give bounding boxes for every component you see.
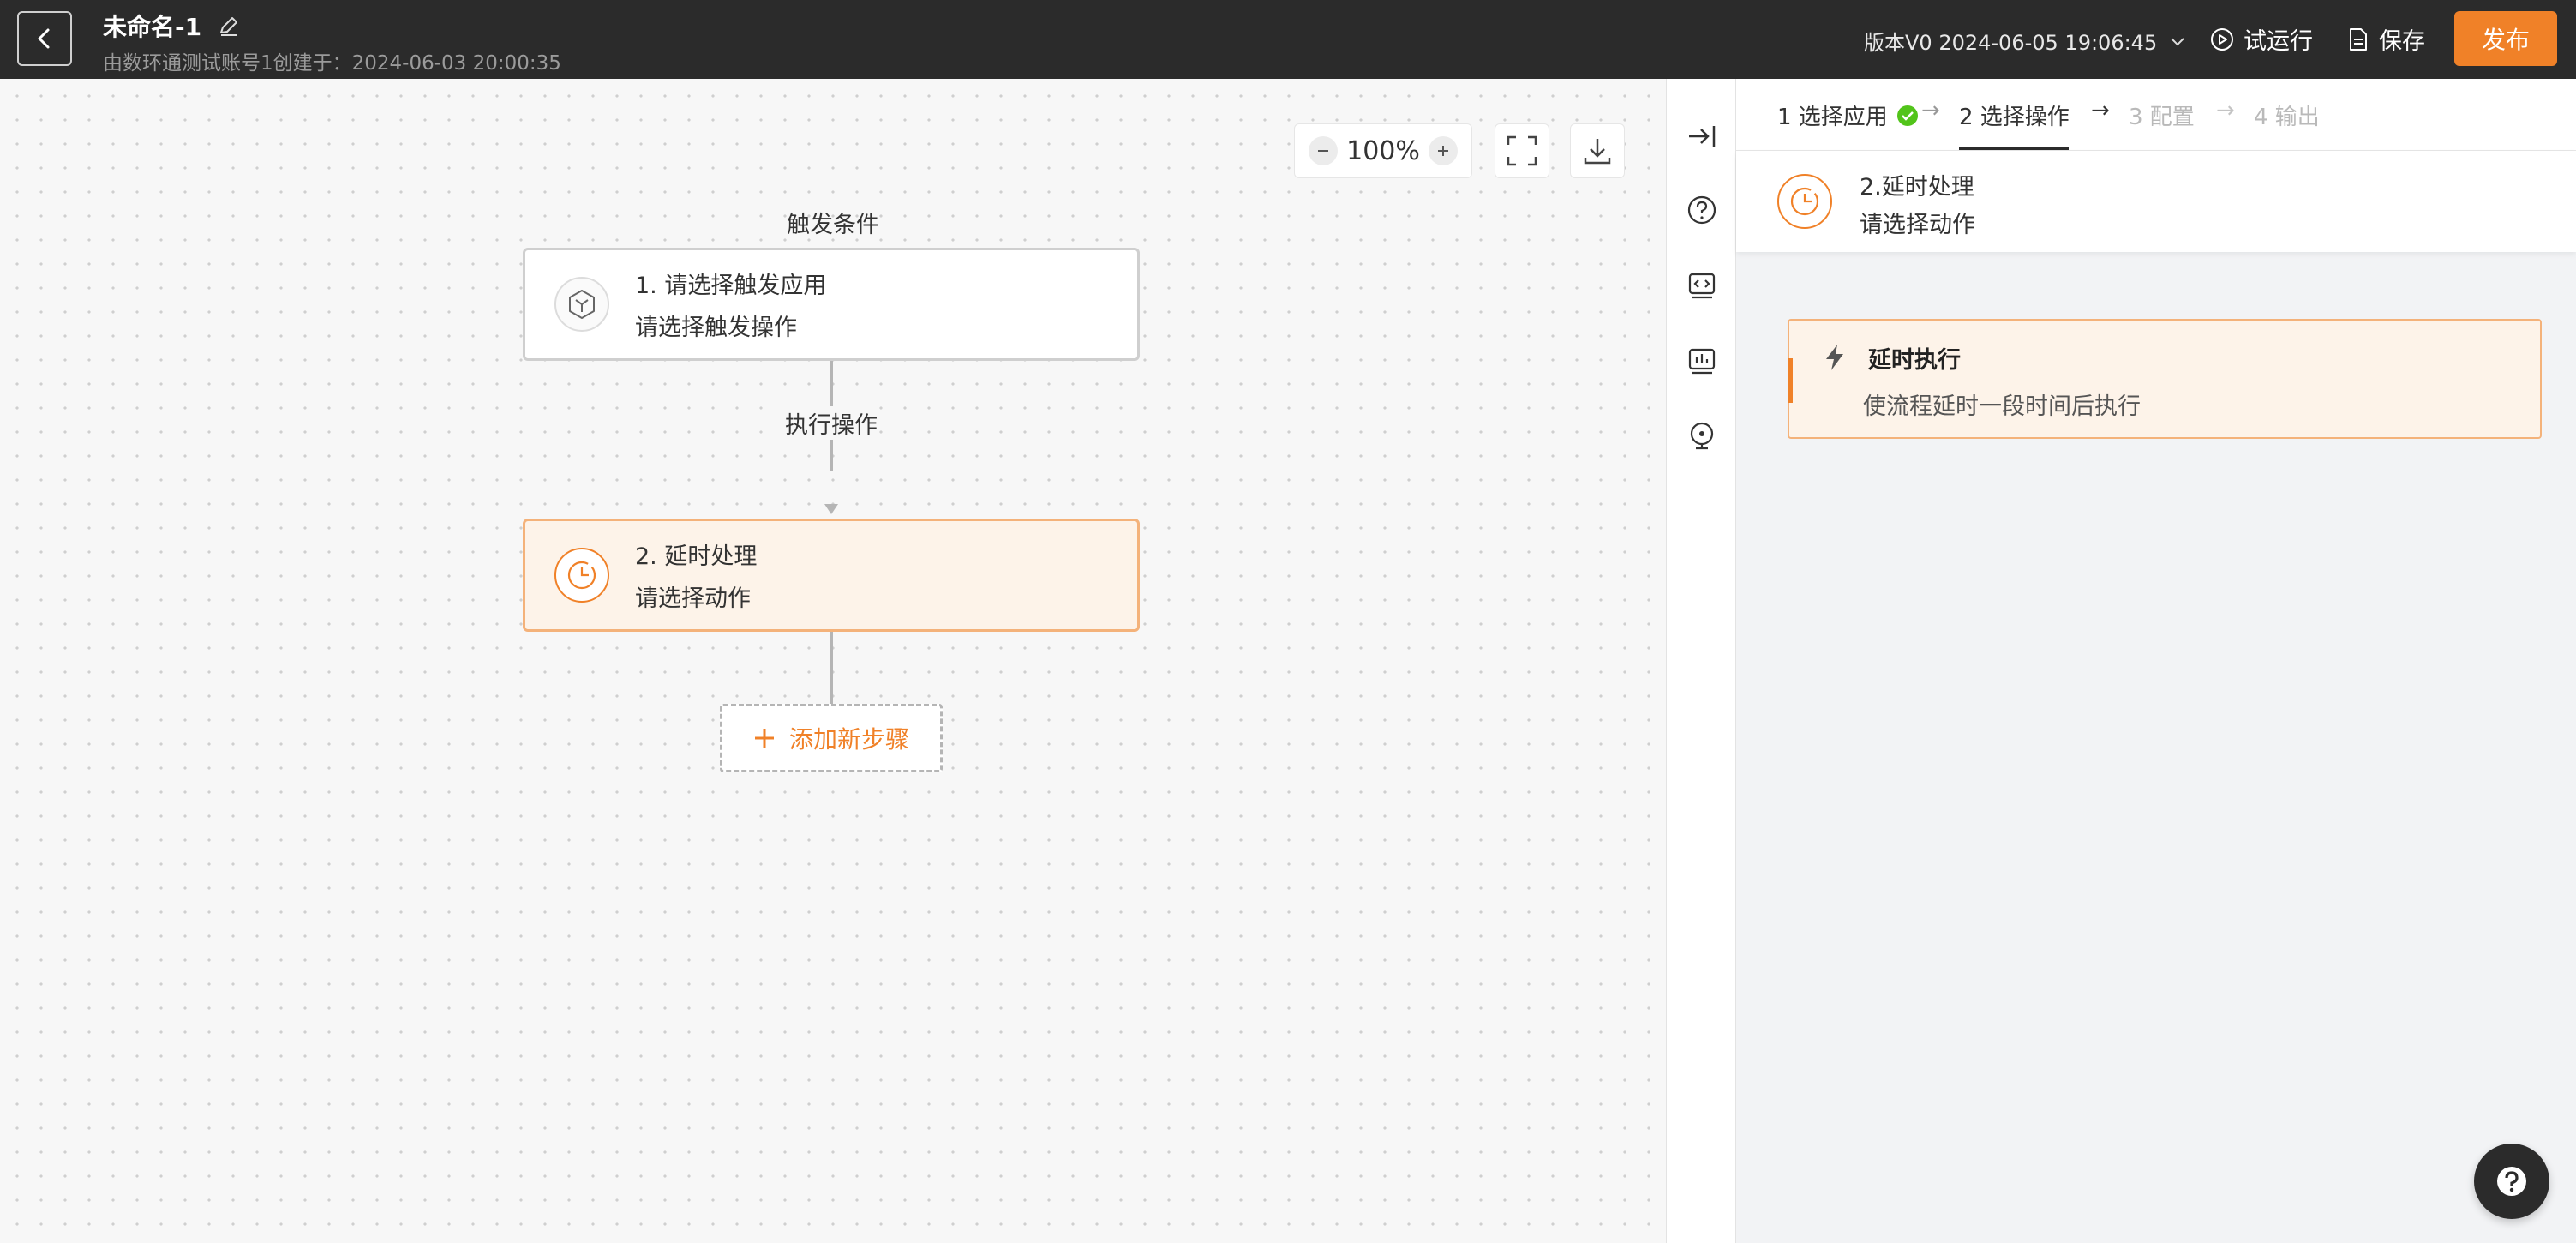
plus-icon — [754, 729, 774, 748]
trigger-node-subtitle: 请选择触发操作 — [635, 315, 797, 341]
question-circle-icon — [1687, 195, 1716, 225]
version-label: 版本V0 2024-06-05 19:06:45 — [1864, 31, 2158, 55]
option-description: 使流程延时一段时间后执行 — [1863, 393, 2141, 420]
zoom-level: 100% — [1346, 135, 1420, 166]
version-select[interactable]: 版本V0 2024-06-05 19:06:45 — [1864, 26, 2186, 56]
add-step-label: 添加新步骤 — [788, 725, 909, 754]
step-label: 3 配置 — [2129, 105, 2195, 130]
workflow-title: 未命名-1 — [103, 13, 202, 41]
arrow-right-icon: → — [2091, 98, 2110, 123]
chevron-down-icon — [2171, 37, 2184, 45]
download-button[interactable] — [1570, 123, 1625, 178]
zoom-out-button[interactable] — [1309, 136, 1338, 165]
arrow-right-icon: → — [1921, 98, 1940, 123]
plus-icon — [1438, 146, 1448, 156]
connector-line — [830, 632, 833, 704]
step-label: 2 选择操作 — [1959, 105, 2070, 130]
pin-icon — [1690, 422, 1714, 450]
publish-button[interactable]: 发布 — [2454, 11, 2557, 66]
summary-subtitle: 请选择动作 — [1860, 212, 1975, 238]
trigger-node[interactable]: 1. 请选择触发应用 请选择触发操作 — [523, 248, 1140, 361]
save-label: 保存 — [2379, 28, 2425, 55]
steps-bar: 1 选择应用 → 2 选择操作 → 3 配置 → 4 输出 — [1736, 79, 2576, 151]
trigger-node-title: 1. 请选择触发应用 — [635, 273, 827, 299]
selected-accent-bar — [1788, 358, 1793, 403]
fullscreen-icon — [1507, 135, 1537, 166]
chevron-left-icon — [38, 28, 50, 49]
question-icon — [2497, 1167, 2526, 1196]
minus-icon — [1318, 150, 1328, 152]
connector-arrow — [824, 504, 838, 514]
chart-icon — [1688, 348, 1716, 375]
step-label: 4 输出 — [2254, 105, 2320, 130]
option-title: 延时执行 — [1868, 347, 1961, 374]
action-section-label: 执行操作 — [783, 406, 879, 440]
download-icon — [1584, 139, 1611, 165]
lightning-icon — [1826, 345, 1843, 370]
step-configure[interactable]: 3 配置 — [2129, 99, 2195, 131]
clock-icon — [1777, 174, 1832, 229]
zoom-in-button[interactable] — [1429, 136, 1458, 165]
creator-info: 由数环通测试账号1创建于：2024-06-03 20:00:35 — [103, 52, 561, 75]
document-icon — [2350, 27, 2367, 51]
app-cube-icon — [554, 277, 609, 332]
step-output[interactable]: 4 输出 — [2254, 99, 2320, 131]
delay-node-subtitle: 请选择动作 — [635, 585, 751, 612]
check-circle-icon — [1896, 105, 1918, 126]
play-circle-icon — [2211, 27, 2233, 51]
config-panel: 1 选择应用 → 2 选择操作 → 3 配置 → 4 输出 2.延时处理 请选择… — [1736, 79, 2576, 1243]
save-button[interactable]: 保存 — [2346, 22, 2425, 56]
top-header: 未命名-1 由数环通测试账号1创建于：2024-06-03 20:00:35 版… — [0, 0, 2576, 79]
side-icon-rail — [1666, 79, 1736, 1243]
summary-title: 2.延时处理 — [1860, 174, 1974, 201]
active-step-underline — [1959, 147, 2069, 150]
delay-node-title: 2. 延时处理 — [635, 543, 758, 570]
help-button[interactable] — [1684, 192, 1720, 228]
delay-node[interactable]: 2. 延时处理 请选择动作 — [523, 519, 1140, 632]
delay-execute-option[interactable]: 延时执行 使流程延时一段时间后执行 — [1788, 319, 2542, 439]
collapse-panel-button[interactable] — [1684, 118, 1720, 154]
test-run-label: 试运行 — [2244, 28, 2313, 55]
help-float-button[interactable] — [2474, 1144, 2549, 1219]
back-button[interactable] — [17, 11, 72, 66]
clock-icon — [554, 548, 609, 603]
zoom-control: 100% — [1294, 123, 1472, 178]
add-step-button[interactable]: 添加新步骤 — [720, 704, 943, 772]
fullscreen-button[interactable] — [1495, 123, 1549, 178]
code-button[interactable] — [1684, 267, 1720, 303]
arrow-right-icon: → — [2216, 98, 2235, 123]
step-select-app[interactable]: 1 选择应用 — [1777, 99, 1919, 131]
flow-canvas[interactable]: 100% 触发条件 1. 请选择触发应用 请选择触发操作 执行操作 2. 延时处… — [0, 79, 1666, 1243]
selected-node-summary: 2.延时处理 请选择动作 — [1736, 151, 2576, 252]
collapse-right-icon — [1689, 126, 1716, 147]
trigger-section-label: 触发条件 — [787, 212, 879, 238]
step-select-action[interactable]: 2 选择操作 — [1959, 99, 2070, 131]
debug-button[interactable] — [1684, 418, 1720, 454]
step-label: 1 选择应用 — [1777, 105, 1888, 130]
logs-button[interactable] — [1684, 343, 1720, 379]
edit-icon[interactable] — [217, 14, 241, 38]
code-icon — [1688, 273, 1716, 299]
test-run-button[interactable]: 试运行 — [2209, 22, 2313, 56]
